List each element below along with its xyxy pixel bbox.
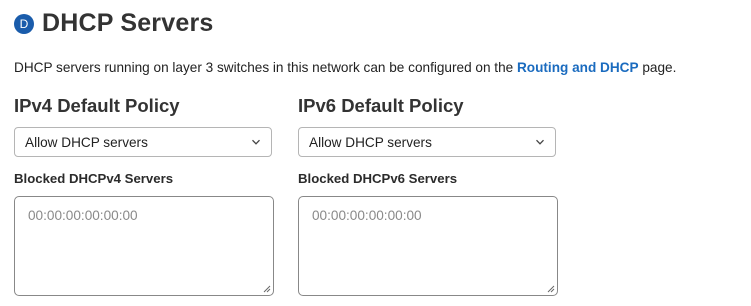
- description-text: DHCP servers running on layer 3 switches…: [14, 60, 517, 75]
- chevron-down-icon: [252, 139, 260, 145]
- ipv4-blocked-placeholder: 00:00:00:00:00:00: [28, 208, 138, 223]
- ipv4-policy-group: IPv4 Default Policy Allow DHCP servers B…: [14, 94, 274, 296]
- ipv4-policy-select-value: Allow DHCP servers: [25, 135, 148, 150]
- description-text-end: page.: [638, 60, 677, 75]
- ipv4-blocked-label: Blocked DHCPv4 Servers: [14, 171, 174, 186]
- ipv6-policy-select[interactable]: Allow DHCP servers: [298, 127, 556, 157]
- section-description: DHCP servers running on layer 3 switches…: [14, 60, 676, 75]
- chevron-down-icon: [536, 139, 544, 145]
- section-badge: D: [14, 13, 34, 34]
- ipv6-blocked-servers-textarea[interactable]: 00:00:00:00:00:00: [298, 196, 558, 296]
- section-header: D DHCP Servers: [14, 9, 213, 38]
- resize-grip-icon[interactable]: [263, 285, 271, 293]
- ipv6-policy-heading: IPv6 Default Policy: [298, 95, 464, 116]
- ipv6-blocked-placeholder: 00:00:00:00:00:00: [312, 208, 422, 223]
- routing-and-dhcp-link[interactable]: Routing and DHCP: [517, 60, 639, 75]
- section-title: DHCP Servers: [42, 9, 214, 37]
- ipv4-policy-heading: IPv4 Default Policy: [14, 95, 180, 116]
- resize-grip-icon[interactable]: [547, 285, 555, 293]
- ipv6-policy-group: IPv6 Default Policy Allow DHCP servers B…: [298, 94, 558, 296]
- ipv4-blocked-servers-textarea[interactable]: 00:00:00:00:00:00: [14, 196, 274, 296]
- ipv4-policy-select[interactable]: Allow DHCP servers: [14, 127, 272, 157]
- ipv6-blocked-label: Blocked DHCPv6 Servers: [298, 171, 458, 186]
- ipv6-policy-select-value: Allow DHCP servers: [309, 135, 432, 150]
